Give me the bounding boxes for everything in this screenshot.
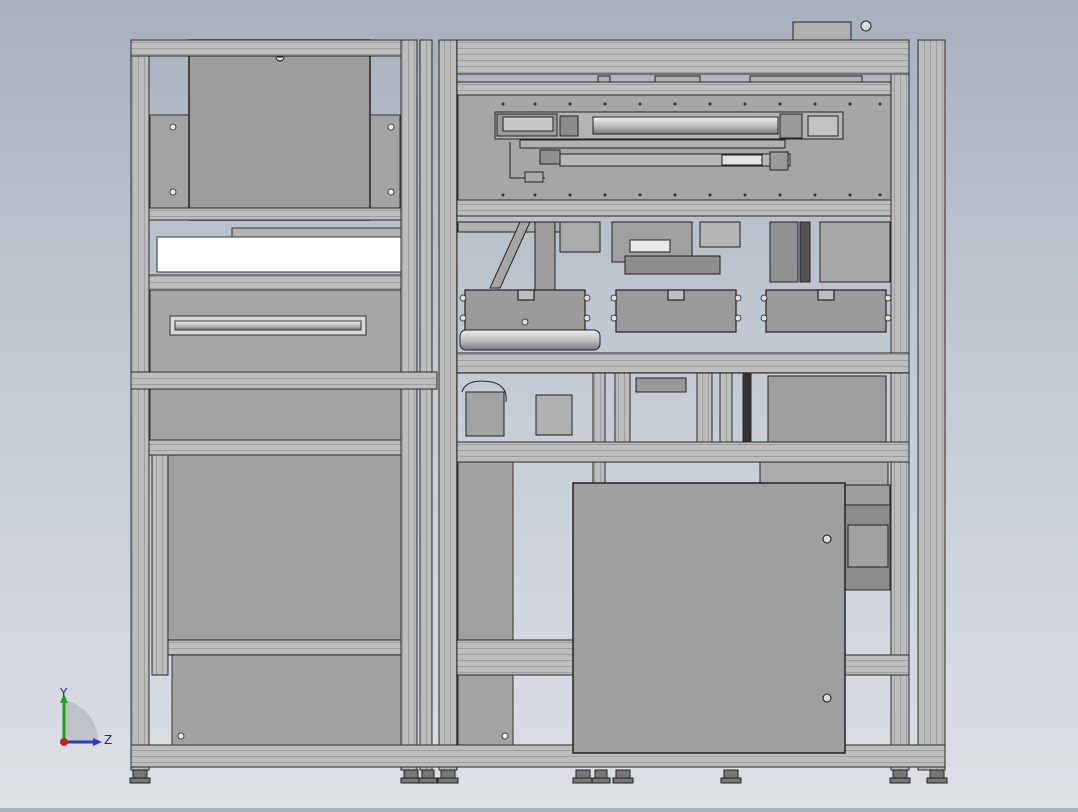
x-axis-origin bbox=[60, 738, 68, 746]
coordinate-triad: Y Z bbox=[59, 686, 112, 747]
electrical-cabinet bbox=[572, 482, 846, 754]
guard-window bbox=[156, 236, 403, 273]
machine-assembly-drawing bbox=[129, 20, 948, 784]
mid-mechanisms bbox=[457, 221, 891, 293]
cad-viewport[interactable]: Y Z bbox=[0, 0, 1078, 808]
gripper-blocks bbox=[464, 289, 887, 333]
pneumatic-cylinder bbox=[459, 329, 601, 351]
drawer-handle bbox=[169, 315, 367, 336]
z-axis-label: Z bbox=[104, 733, 112, 747]
y-axis-label: Y bbox=[59, 686, 68, 700]
left-cabinet-door bbox=[188, 39, 371, 221]
leveling-feet bbox=[129, 769, 948, 784]
